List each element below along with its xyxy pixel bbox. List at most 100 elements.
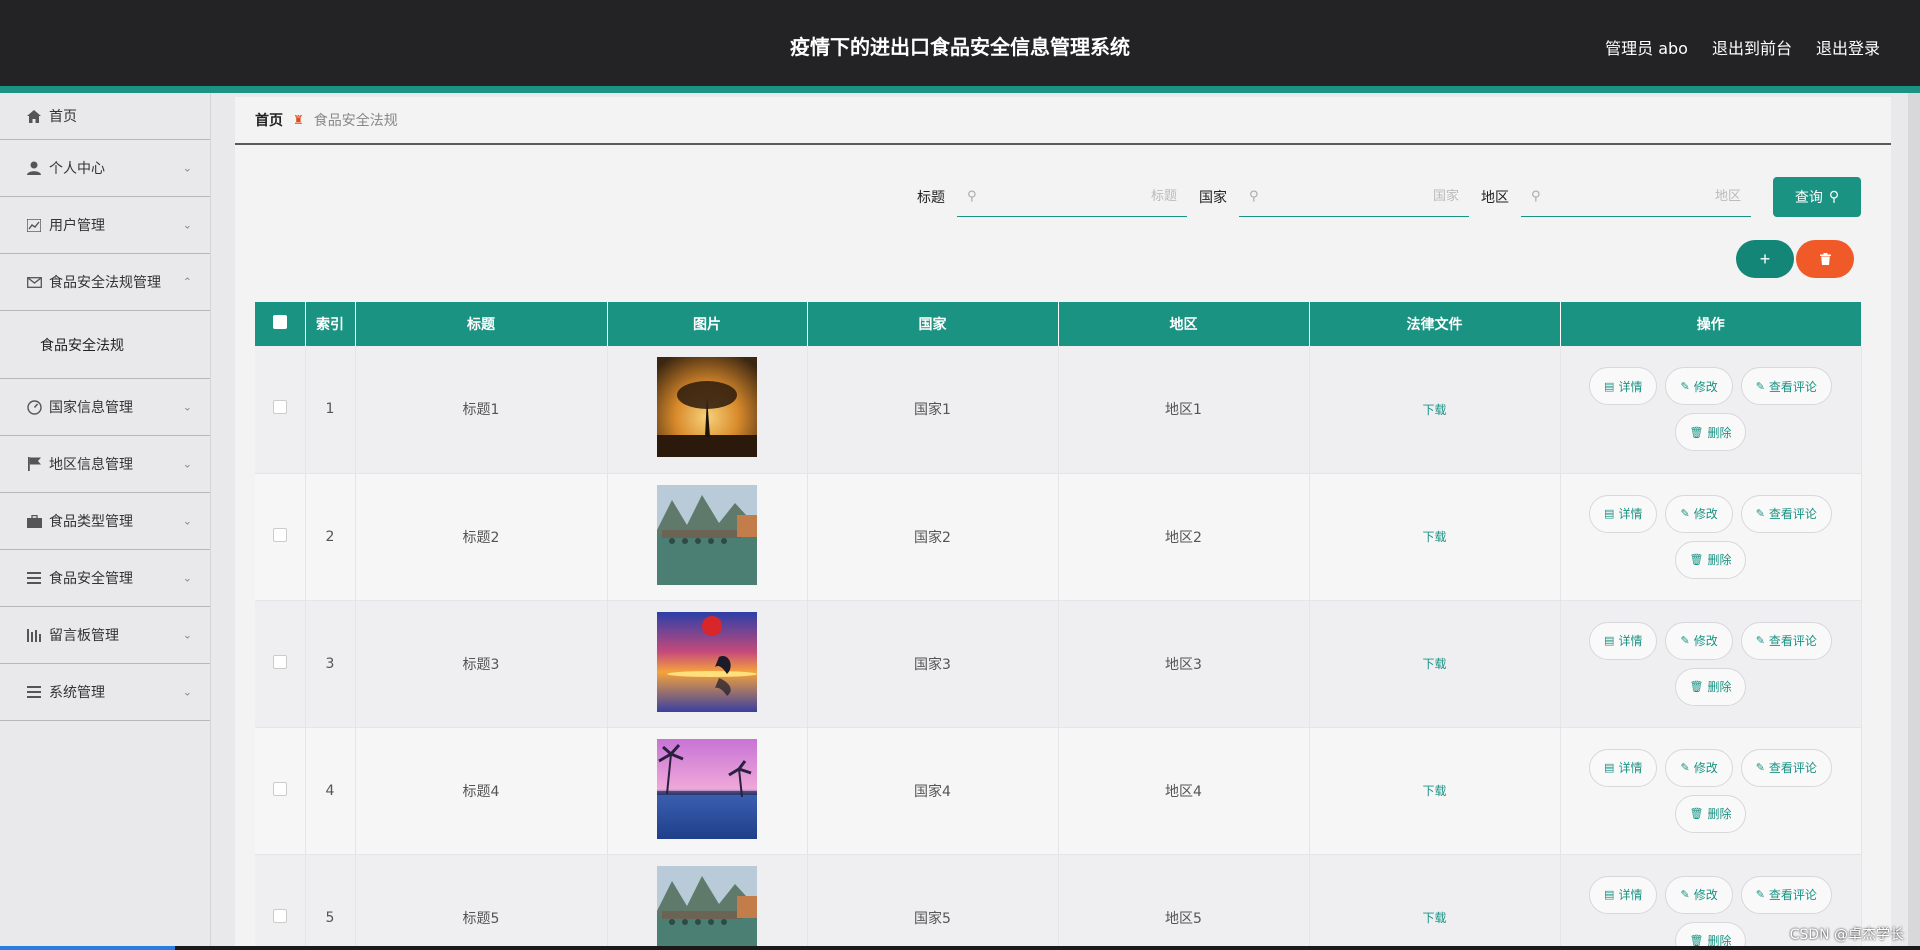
sidebar-item-label: 系统管理	[49, 685, 105, 701]
column-header: 图片	[607, 302, 808, 346]
document-icon: ▤	[1604, 507, 1615, 520]
sidebar-subitem-food-law[interactable]: 食品安全法规	[0, 311, 210, 379]
country-search-input[interactable]	[1266, 189, 1459, 204]
download-link[interactable]: 下载	[1422, 657, 1446, 671]
sidebar-item-region[interactable]: 地区信息管理 ⌄	[0, 436, 210, 493]
chevron-down-icon: ⌄	[182, 161, 192, 175]
row-checkbox[interactable]	[272, 400, 287, 415]
detail-button[interactable]: ▤ 详情	[1589, 621, 1658, 660]
region-search-label: 地区	[1481, 190, 1509, 206]
view-comments-button[interactable]: ✎ 查看评论	[1740, 621, 1832, 660]
download-link[interactable]: 下载	[1422, 403, 1446, 417]
image-cell	[607, 600, 808, 728]
view-comments-button[interactable]: ✎ 查看评论	[1740, 367, 1832, 406]
view-comments-button[interactable]: ✎ 查看评论	[1740, 875, 1832, 914]
region-search-input[interactable]	[1548, 189, 1741, 204]
sidebar-item-label: 留言板管理	[49, 628, 119, 644]
row-select-cell[interactable]	[255, 727, 306, 855]
region-cell: 地区2	[1058, 473, 1310, 601]
row-select-cell[interactable]	[255, 346, 306, 474]
user-icon	[25, 159, 43, 177]
plus-icon: +	[1759, 248, 1771, 269]
operations-cell: ▤ 详情 ✎ 修改 ✎ 查看评论 🗑 删除	[1560, 600, 1862, 728]
region-cell: 地区4	[1058, 727, 1310, 855]
operations-cell: ▤ 详情 ✎ 修改 ✎ 查看评论 🗑 删除	[1560, 473, 1862, 601]
region-cell: 地区3	[1058, 600, 1310, 728]
sidebar-item-label: 食品类型管理	[49, 514, 133, 530]
pencil-icon: ✎	[1755, 507, 1765, 520]
country-cell: 国家1	[807, 346, 1059, 474]
chevron-up-icon: ⌃	[182, 275, 192, 289]
download-link[interactable]: 下载	[1422, 911, 1446, 925]
sidebar: 首页 个人中心 ⌄ 用户管理 ⌄ 食品安全法规管理 ⌃ 食品安全法规 国家信息管…	[0, 93, 211, 950]
sidebar-item-system[interactable]: 系统管理 ⌄	[0, 664, 210, 721]
select-all-checkbox[interactable]	[272, 315, 287, 329]
edit-label: 修改	[1693, 761, 1718, 775]
row-checkbox[interactable]	[272, 908, 287, 923]
loading-progress	[0, 946, 175, 950]
detail-label: 详情	[1618, 507, 1643, 521]
sidebar-item-food-safety[interactable]: 食品安全管理 ⌄	[0, 550, 210, 607]
operations-cell: ▤ 详情 ✎ 修改 ✎ 查看评论 🗑 删除	[1560, 727, 1862, 855]
row-select-cell[interactable]	[255, 600, 306, 728]
sidebar-item-personal[interactable]: 个人中心 ⌄	[0, 140, 210, 197]
detail-button[interactable]: ▤ 详情	[1589, 494, 1658, 533]
edit-button[interactable]: ✎ 修改	[1665, 494, 1733, 533]
select-all-header[interactable]	[255, 302, 306, 346]
row-select-cell[interactable]	[255, 473, 306, 601]
table-row: 3 标题3 国家3 地区3 下载 ▤ 详情 ✎ 修改 ✎ 查看评论 🗑 删除	[255, 600, 1862, 728]
trash-icon: 🗑	[1689, 425, 1704, 439]
edit-label: 修改	[1693, 379, 1718, 394]
delete-button[interactable]: 🗑 删除	[1674, 540, 1747, 579]
delete-button[interactable]: 🗑 删除	[1674, 413, 1747, 452]
download-link[interactable]: 下载	[1422, 784, 1446, 798]
sidebar-item-users[interactable]: 用户管理 ⌄	[0, 197, 210, 254]
detail-button[interactable]: ▤ 详情	[1589, 367, 1658, 406]
detail-button[interactable]: ▤ 详情	[1589, 875, 1658, 914]
sidebar-item-country[interactable]: 国家信息管理 ⌄	[0, 379, 210, 436]
delete-button[interactable]: 🗑 删除	[1674, 667, 1747, 706]
edit-button[interactable]: ✎ 修改	[1665, 367, 1733, 406]
view-comments-button[interactable]: ✎ 查看评论	[1740, 748, 1832, 787]
download-link[interactable]: 下载	[1422, 530, 1446, 544]
delete-button[interactable]: 🗑 删除	[1674, 794, 1747, 833]
edit-button[interactable]: ✎ 修改	[1665, 621, 1733, 660]
comments-label: 查看评论	[1768, 634, 1817, 648]
chevron-down-icon: ⌄	[182, 628, 192, 642]
edit-button[interactable]: ✎ 修改	[1665, 875, 1733, 914]
title-search-field: ⚲	[957, 177, 1187, 217]
table-row: 2 标题2 国家2 地区2 下载 ▤ 详情 ✎ 修改 ✎ 查看评论 🗑 删除	[255, 473, 1862, 601]
exit-to-front-link[interactable]: 退出到前台	[1712, 35, 1792, 59]
title-search-input[interactable]	[984, 189, 1177, 204]
detail-label: 详情	[1618, 888, 1643, 902]
home-icon	[25, 107, 43, 125]
breadcrumb-home[interactable]: 首页	[255, 110, 283, 130]
sidebar-item-food-type[interactable]: 食品类型管理 ⌄	[0, 493, 210, 550]
title-cell: 标题2	[355, 473, 608, 601]
row-checkbox[interactable]	[272, 781, 287, 796]
view-comments-button[interactable]: ✎ 查看评论	[1740, 494, 1832, 533]
row-checkbox[interactable]	[272, 654, 287, 669]
trash-icon	[1819, 249, 1831, 270]
logout-link[interactable]: 退出登录	[1816, 35, 1880, 59]
pencil-icon: ✎	[1680, 379, 1690, 393]
chevron-down-icon: ⌄	[182, 514, 192, 528]
sidebar-item-food-law[interactable]: 食品安全法规管理 ⌃	[0, 254, 210, 311]
query-button[interactable]: 查询 ⚲	[1773, 177, 1861, 217]
batch-delete-button[interactable]	[1796, 240, 1854, 278]
sidebar-item-message-board[interactable]: 留言板管理 ⌄	[0, 607, 210, 664]
scrollbar[interactable]	[1908, 93, 1920, 950]
pencil-icon: ✎	[1755, 379, 1765, 393]
index-cell: 2	[305, 473, 356, 601]
breadcrumb-current: 食品安全法规	[313, 113, 398, 129]
edit-button[interactable]: ✎ 修改	[1665, 748, 1733, 787]
sidebar-item-home[interactable]: 首页	[0, 93, 210, 140]
file-cell: 下载	[1309, 727, 1561, 855]
list-icon	[25, 569, 43, 587]
row-select-cell[interactable]	[255, 854, 306, 950]
column-header: 索引	[305, 302, 356, 346]
detail-button[interactable]: ▤ 详情	[1589, 748, 1658, 787]
row-checkbox[interactable]	[272, 527, 287, 542]
title-cell: 标题1	[355, 346, 608, 474]
add-button[interactable]: +	[1736, 240, 1794, 278]
